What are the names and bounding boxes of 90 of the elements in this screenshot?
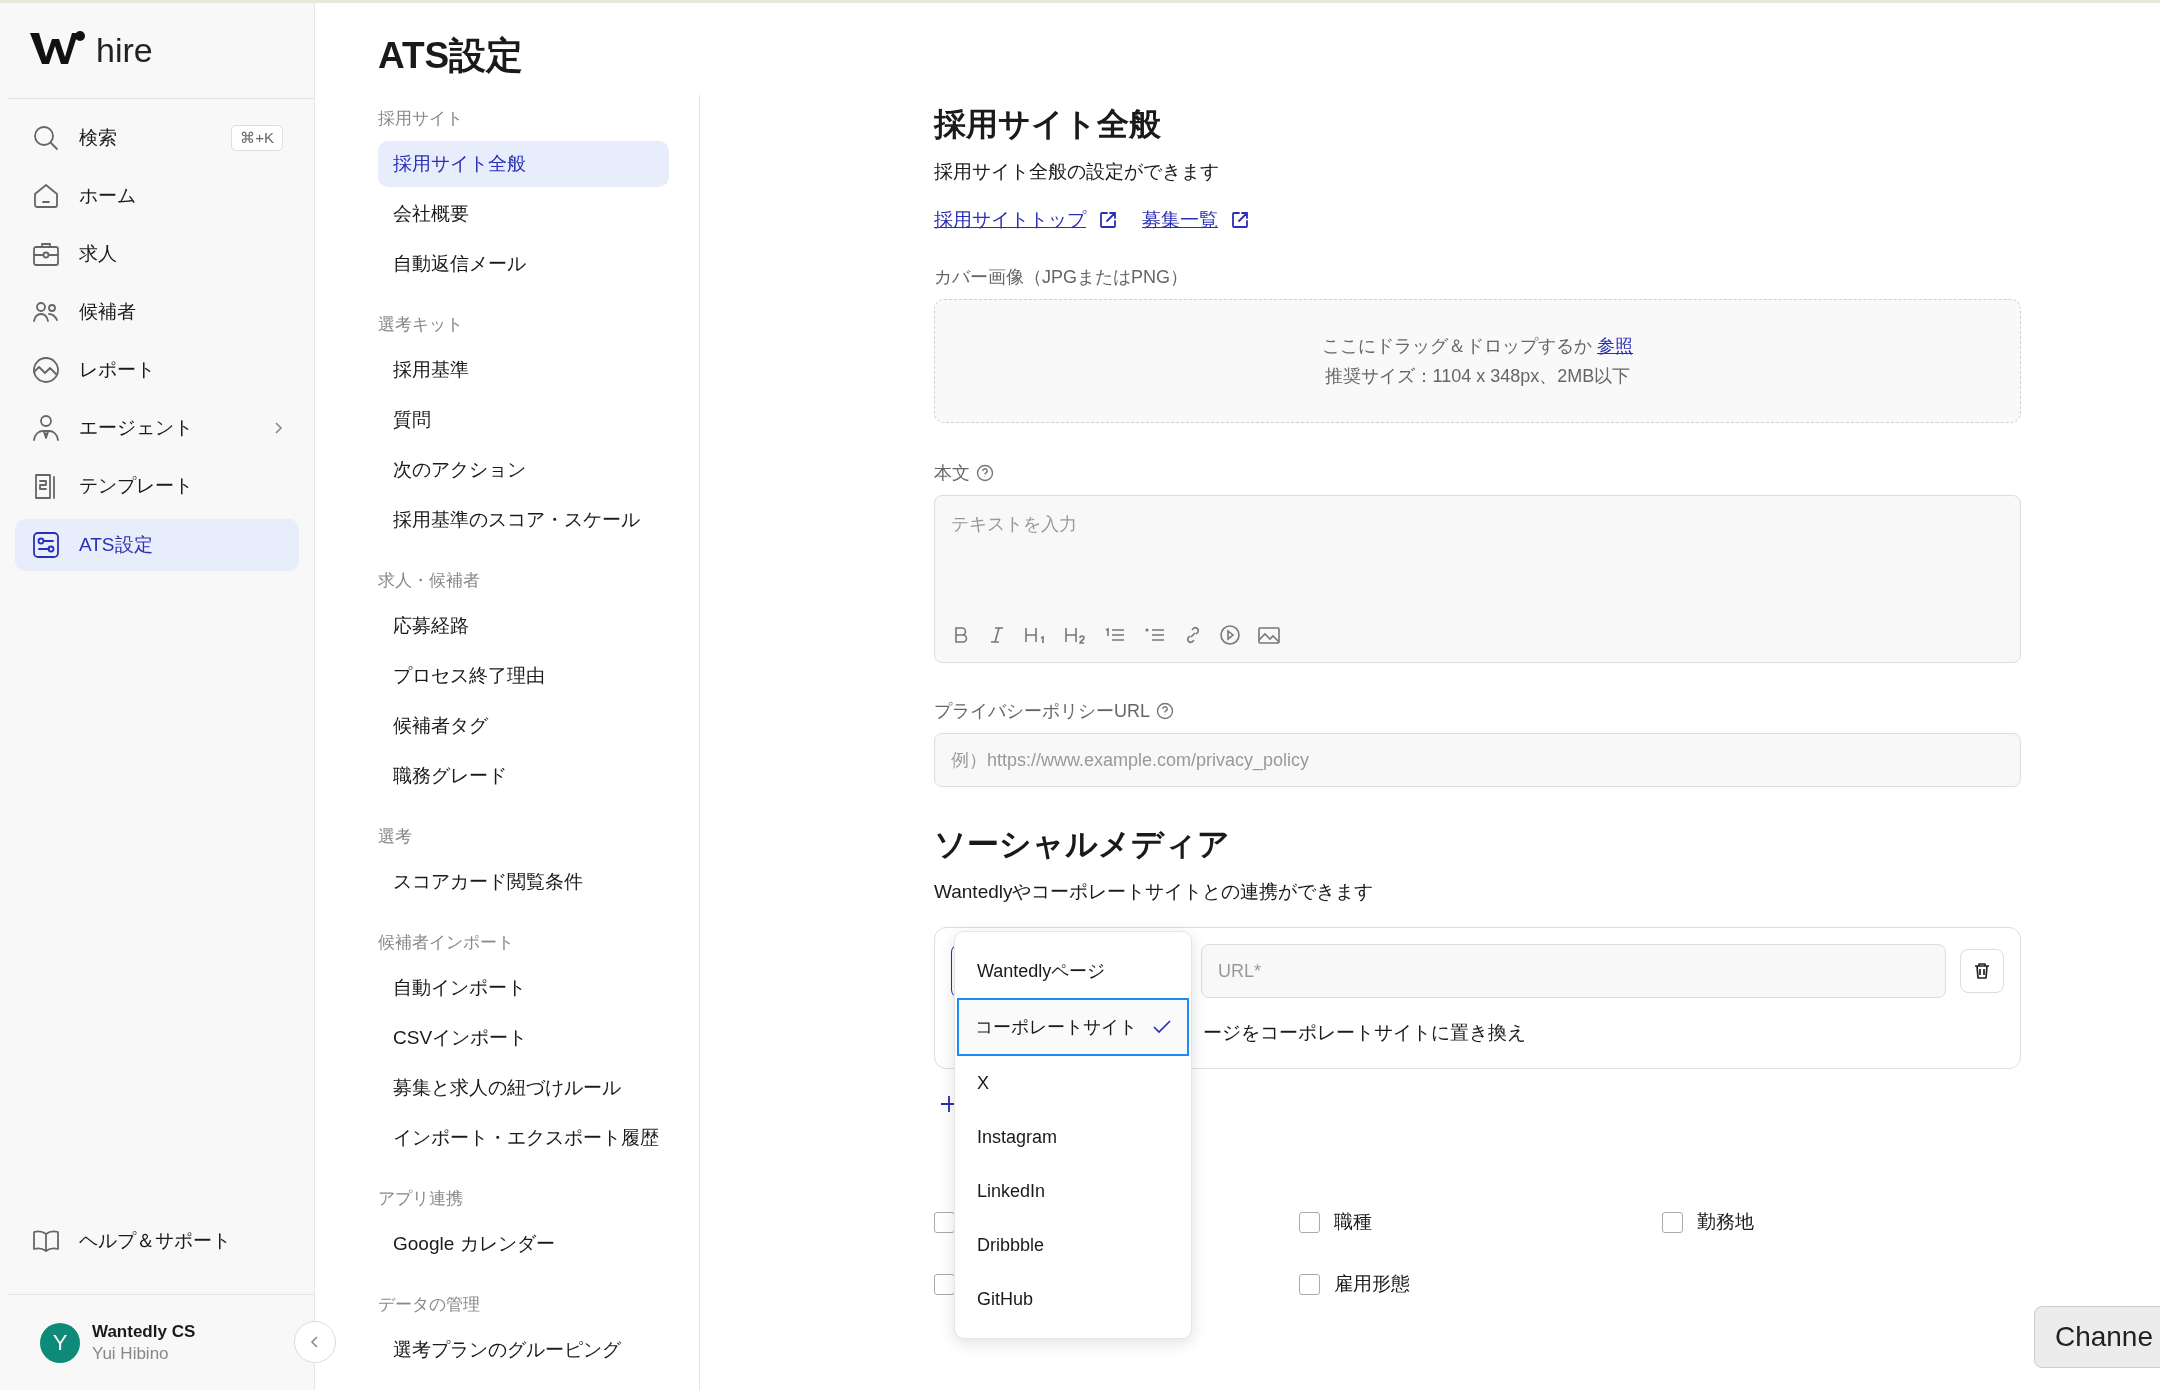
checkbox[interactable] [1299,1211,1320,1233]
sidebar-item[interactable]: テンプレート [15,461,299,511]
user-name: Wantedly CS [92,1321,196,1342]
settings-nav-item[interactable]: 次のアクション [378,447,669,493]
chart-icon [31,355,61,385]
field-label: カバー画像（JPGまたはPNG） [934,266,1189,289]
settings-nav-item[interactable]: 職務グレード [378,753,669,799]
nav-group-label: アプリ連携 [378,1187,464,1210]
settings-nav-item[interactable]: スコアカード閲覧条件 [378,859,669,905]
sidebar-item[interactable]: ホーム [15,171,299,221]
logo-icon [30,29,86,66]
chevron-left-icon [310,1334,320,1350]
dropdown-option[interactable]: LinkedIn [957,1164,1189,1218]
video-icon[interactable] [1219,624,1241,646]
dropdown-option[interactable]: Instagram [957,1110,1189,1164]
field-label: プライバシーポリシーURL [934,700,1150,723]
sidebar-item[interactable]: レポート [15,345,299,395]
heading-two-icon[interactable] [1063,625,1087,645]
help-link[interactable]: ヘルプ＆サポート [15,1216,299,1266]
settings-nav-item[interactable]: Google カレンダー [378,1221,669,1267]
image-icon[interactable] [1257,625,1281,645]
sidebar-item[interactable]: ATS設定 [15,519,299,571]
external-link-icon [1098,210,1118,230]
dropdown-option[interactable]: Dribbble [957,1218,1189,1272]
field-label: 本文 [934,462,970,485]
sidebar-item[interactable]: エージェント [15,403,299,453]
settings-nav-item[interactable]: 応募経路 [378,603,669,649]
external-link-icon [1230,210,1250,230]
avatar: Y [40,1322,80,1363]
settings-nav-item[interactable]: 自動インポート [378,965,669,1011]
settings-nav-item[interactable]: 採用基準のスコア・スケール [378,497,669,543]
checkbox[interactable] [934,1273,955,1295]
checkbox-label: 職種 [1334,1210,1372,1234]
user-subtitle: Yui Hibino [92,1343,170,1364]
sidebar-item[interactable]: 候補者 [15,287,299,337]
page-title: ATS設定 [378,34,525,78]
checkbox-label: 雇用形態 [1334,1272,1410,1296]
settings-nav-item[interactable]: 質問 [378,397,669,443]
check-icon [1153,1020,1171,1034]
home-icon [31,181,61,211]
trash-icon [1972,961,1992,981]
help-icon[interactable] [1156,702,1174,720]
url-input[interactable]: URL* [1201,944,1946,998]
section-description: 採用サイト全般の設定ができます [934,160,1220,184]
section-title: ソーシャルメディア [934,825,1231,864]
settings-nav-item[interactable]: CSVインポート [378,1015,669,1061]
checkbox[interactable] [1662,1211,1683,1233]
rich-text-editor[interactable]: テキストを入力 [934,495,2021,663]
nav-group-label: 選考 [378,825,413,848]
delete-button[interactable] [1960,949,2004,993]
sidebar-item[interactable]: 検索 ⌘+K [15,113,299,163]
section-description: Wantedlyやコーポレートサイトとの連携ができます [934,880,1375,904]
help-icon[interactable] [976,464,994,482]
settings-nav-item[interactable]: 募集と求人の紐づけルール [378,1065,669,1111]
checkbox-label: ージをコーポレートサイトに置き換え [1203,1022,1526,1043]
search-icon [31,123,61,153]
checkbox[interactable] [934,1211,955,1233]
dropdown-option[interactable]: Wantedlyページ [957,944,1189,998]
shortcut-badge: ⌘+K [231,125,283,151]
settings-nav-item[interactable]: 採用基準 [378,347,669,393]
dropdown-option[interactable]: コーポレートサイト [957,998,1189,1056]
chat-button[interactable]: Channe [2033,1306,2160,1368]
file-drop-zone[interactable]: ここにドラッグ＆ドロップするか 参照 推奨サイズ：1104 x 348px、2MB以下 [934,299,2021,423]
checkbox[interactable] [1299,1273,1320,1295]
settings-nav-item[interactable]: プロセス終了理由 [378,653,669,699]
url-input[interactable]: 例）https://www.example.com/privacy_policy [934,733,2021,787]
nav-group-label: 選考キット [378,313,464,336]
settings-nav-item[interactable]: 自動返信メール [378,241,669,287]
dropdown-option[interactable]: GitHub [957,1272,1189,1326]
settings-nav-item[interactable]: 選考プランのグルーピング [378,1327,669,1373]
drop-instruction: ここにドラッグ＆ドロップするか [1322,336,1592,356]
body-text-field[interactable]: テキストを入力 [935,496,2020,624]
heading-one-icon[interactable] [1023,625,1047,645]
sidebar-item[interactable]: 求人 [15,229,299,279]
browse-link[interactable]: 参照 [1597,336,1633,356]
dropdown-option[interactable]: X [957,1056,1189,1110]
settings-nav-item[interactable]: インポート・エクスポート履歴 [378,1115,669,1161]
settings-nav-item[interactable]: 採用サイト全般 [378,141,669,187]
nav-group-label: データの管理 [378,1293,481,1316]
settings-nav-item[interactable]: 会社概要 [378,191,669,237]
settings-icon [31,530,61,560]
checkbox-label: 勤務地 [1697,1210,1754,1234]
logo-text: hire [96,31,153,70]
size-hint: 推奨サイズ：1104 x 348px、2MB以下 [1324,365,1631,388]
section-title: 採用サイト全般 [934,105,1162,144]
person-icon [31,413,61,443]
nav-group-label: 採用サイト [378,107,464,130]
nav-group-label: 求人・候補者 [378,569,481,592]
settings-nav-item[interactable]: 候補者タグ [378,703,669,749]
nav-group-label: 候補者インポート [378,931,515,954]
